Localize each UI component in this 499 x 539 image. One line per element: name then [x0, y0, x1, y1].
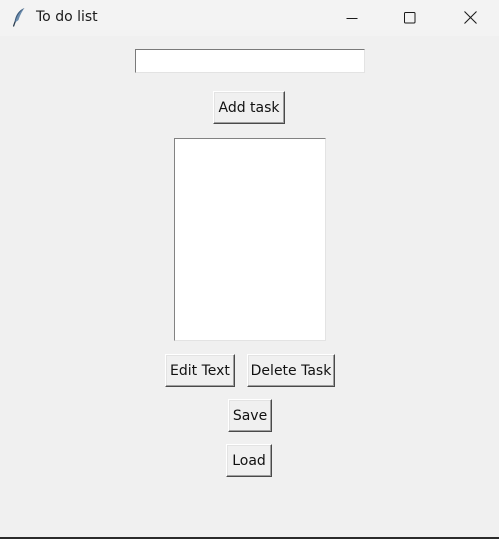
task-input[interactable] — [135, 49, 365, 73]
edit-text-button[interactable]: Edit Text — [165, 354, 235, 387]
task-listbox[interactable] — [174, 138, 326, 341]
add-task-button[interactable]: Add task — [213, 91, 285, 124]
feather-icon — [12, 7, 26, 27]
close-icon — [463, 9, 477, 28]
minimize-button[interactable] — [323, 0, 381, 36]
maximize-icon — [404, 9, 416, 28]
window-title: To do list — [36, 9, 98, 25]
title-bar[interactable]: To do list — [0, 0, 499, 36]
minimize-icon — [346, 9, 358, 28]
close-button[interactable] — [441, 0, 499, 36]
save-button[interactable]: Save — [228, 399, 272, 432]
load-button[interactable]: Load — [226, 444, 272, 477]
app-window: To do list Add task Edit Text Delete Tas… — [0, 0, 499, 539]
delete-task-button[interactable]: Delete Task — [247, 354, 335, 387]
maximize-button[interactable] — [381, 0, 439, 36]
